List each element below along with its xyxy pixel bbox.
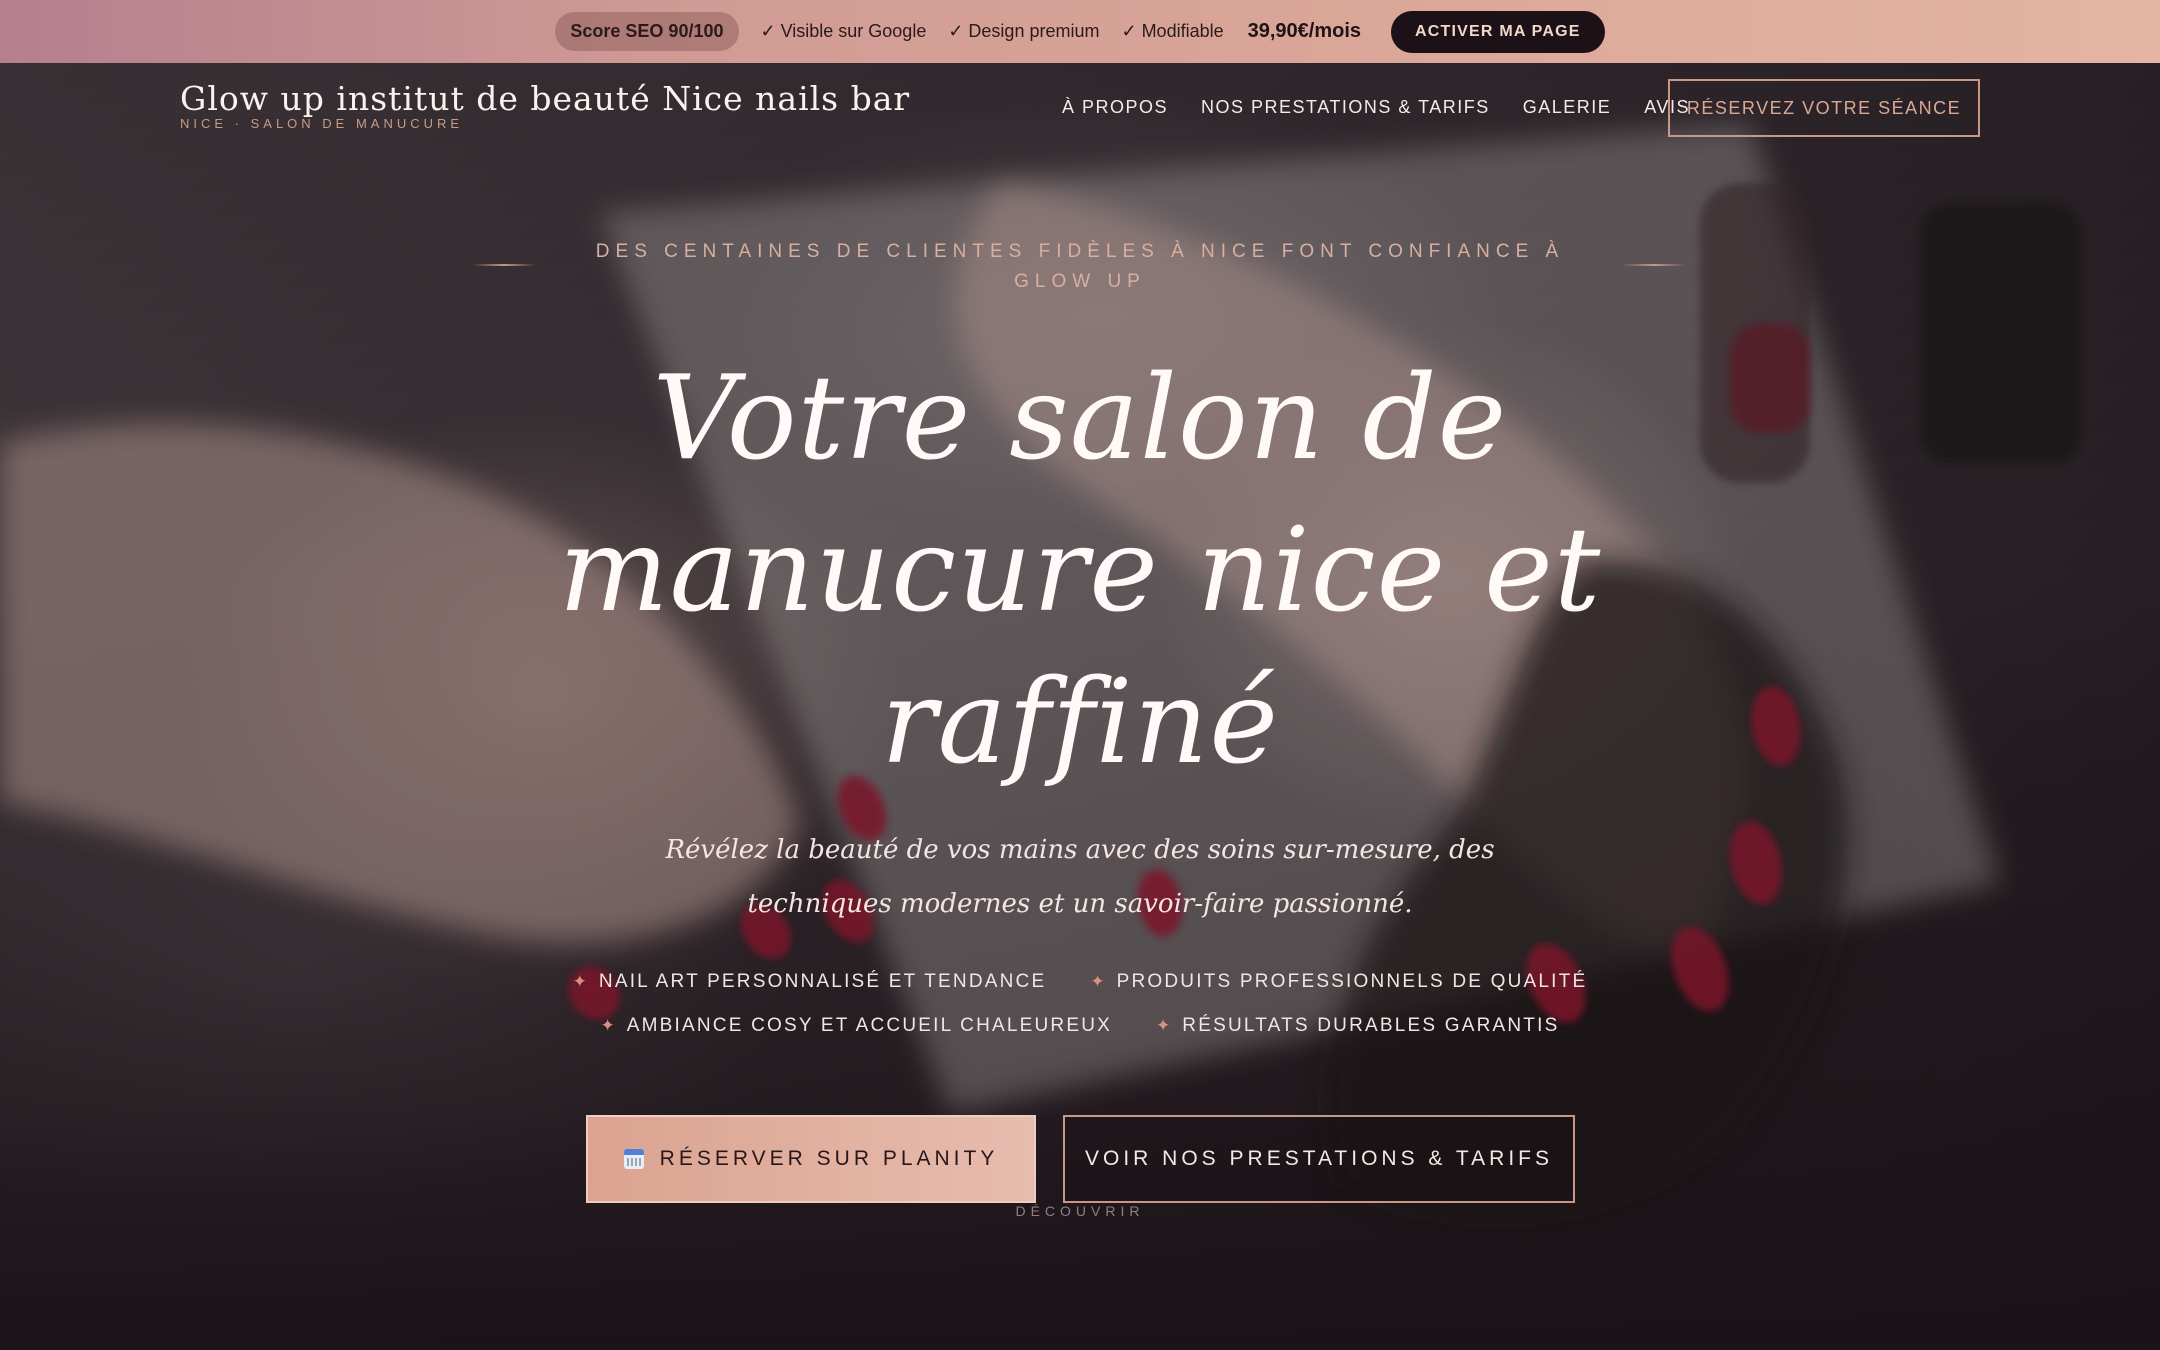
book-planity-button[interactable]: RÉSERVER SUR PLANITY — [586, 1115, 1036, 1203]
feature-text: NAIL ART PERSONNALISÉ ET TENDANCE — [598, 971, 1047, 992]
promo-check-design: ✓ Design premium — [948, 21, 1100, 41]
hero-subtitle: Révélez la beauté de vos mains avec des … — [665, 835, 1495, 919]
feature-item: ✦ RÉSULTATS DURABLES GARANTIS — [1156, 1015, 1559, 1037]
hero-section: Glow up institut de beauté Nice nails ba… — [0, 63, 2160, 1350]
feature-list: ✦ NAIL ART PERSONNALISÉ ET TENDANCE ✦ PR… — [560, 971, 1600, 1037]
feature-text: AMBIANCE COSY ET ACCUEIL CHALEUREUX — [626, 1015, 1113, 1036]
promo-bar: Score SEO 90/100 ✓ Visible sur Google ✓ … — [0, 0, 2160, 63]
promo-price: 39,90€/mois — [1247, 20, 1362, 42]
promo-check-google: ✓ Visible sur Google — [760, 21, 927, 41]
sparkle-icon: ✦ — [1090, 972, 1105, 991]
main-nav: À PROPOS NOS PRESTATIONS & TARIFS GALERI… — [1062, 97, 1690, 118]
brand-name: Glow up institut de beauté Nice nails ba… — [180, 79, 911, 118]
feature-item: ✦ AMBIANCE COSY ET ACCUEIL CHALEUREUX — [601, 1015, 1113, 1037]
book-session-button[interactable]: RÉSERVEZ VOTRE SÉANCE — [1668, 79, 1980, 137]
headline-line: raffiné — [881, 655, 1279, 790]
brand[interactable]: Glow up institut de beauté Nice nails ba… — [180, 79, 910, 131]
calendar-icon — [623, 1149, 644, 1169]
activate-page-button[interactable]: ACTIVER MA PAGE — [1391, 10, 1605, 53]
nav-link-gallery[interactable]: GALERIE — [1523, 97, 1612, 118]
headline-line: manucure nice et — [558, 503, 1602, 638]
brand-tagline: NICE · SALON DE MANUCURE — [180, 116, 464, 131]
book-planity-label: RÉSERVER SUR PLANITY — [659, 1147, 999, 1170]
eyebrow-divider-left — [472, 264, 536, 266]
feature-text: RÉSULTATS DURABLES GARANTIS — [1182, 1015, 1560, 1036]
seo-score-badge: Score SEO 90/100 — [555, 12, 739, 51]
eyebrow-divider-right — [1622, 264, 1686, 266]
sparkle-icon: ✦ — [1156, 1016, 1171, 1035]
hero-headline: Votre salon de manucure nice et raffiné — [480, 343, 1680, 799]
headline-line: Votre salon de — [652, 351, 1508, 486]
feature-item: ✦ PRODUITS PROFESSIONNELS DE QUALITÉ — [1090, 971, 1587, 993]
feature-item: ✦ NAIL ART PERSONNALISÉ ET TENDANCE — [573, 971, 1047, 993]
sparkle-icon: ✦ — [600, 1016, 615, 1035]
nav-link-about[interactable]: À PROPOS — [1062, 97, 1168, 118]
feature-text: PRODUITS PROFESSIONNELS DE QUALITÉ — [1116, 971, 1588, 992]
nav-link-services[interactable]: NOS PRESTATIONS & TARIFS — [1201, 97, 1490, 118]
view-services-button[interactable]: VOIR NOS PRESTATIONS & TARIFS — [1063, 1115, 1575, 1203]
hero-eyebrow: DES CENTAINES DE CLIENTES FIDÈLES À NICE… — [595, 241, 1565, 292]
scroll-discover-link[interactable]: DÉCOUVRIR — [980, 1203, 1180, 1219]
promo-check-editable: ✓ Modifiable — [1121, 21, 1224, 41]
sparkle-icon: ✦ — [572, 972, 587, 991]
